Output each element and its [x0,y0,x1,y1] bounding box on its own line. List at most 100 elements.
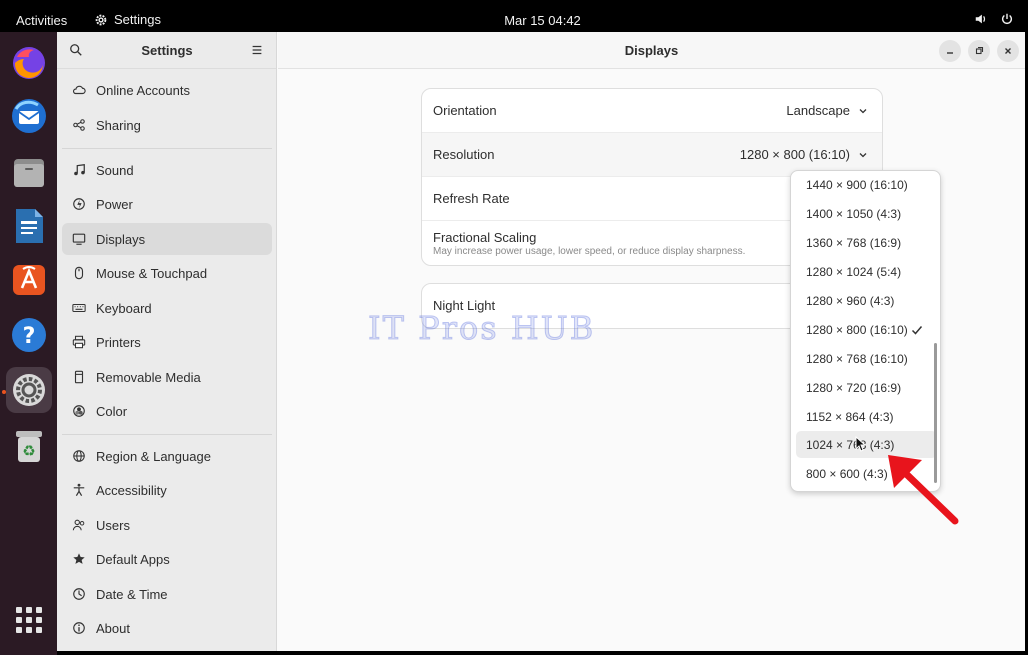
music-note-icon [74,164,85,176]
share-icon [73,119,85,131]
dock-writer[interactable] [6,203,52,249]
dock: ? ♻ [0,32,57,655]
page-title: Displays [624,43,679,58]
red-arrow-annotation [888,455,959,525]
close-button[interactable] [997,40,1019,62]
resolution-option[interactable]: 1280 × 720 (16:9) [796,374,937,401]
keyboard-icon [72,303,86,313]
dock-help[interactable]: ? [6,312,52,358]
sidebar-item-sound[interactable]: Sound [62,154,272,186]
sidebar-item-printers[interactable]: Printers [62,326,272,358]
sidebar-item-date-time[interactable]: Date & Time [62,578,272,610]
power-icon [1001,13,1013,24]
sidebar-item-label: About [96,620,130,636]
sidebar-item-label: Printers [96,334,141,350]
firefox-icon [13,47,45,79]
sidebar-item-label: Mouse & Touchpad [96,265,208,281]
orientation-label: Orientation [433,103,497,118]
sidebar-item-mouse-touchpad[interactable]: Mouse & Touchpad [62,257,272,289]
sidebar-item-sharing[interactable]: Sharing [62,109,272,141]
minimize-button[interactable] [939,40,961,62]
chevron-down-icon [859,108,867,113]
chevron-down-icon [859,152,867,157]
sidebar-item-label: Sharing [96,117,141,133]
accessibility-icon [73,483,85,497]
sidebar-item-removable-media[interactable]: Removable Media [62,361,272,393]
volume-icon [975,14,986,24]
sidebar-item-power[interactable]: Power [62,188,272,220]
help-icon: ? [12,318,46,352]
thunderbird-icon [12,99,46,133]
show-apps-icon[interactable] [16,607,42,633]
main-header: Displays [278,32,1025,69]
star-icon [73,553,85,564]
sidebar-item-keyboard[interactable]: Keyboard [62,292,272,324]
sidebar-item-label: Displays [96,231,146,247]
power-icon [73,198,85,210]
system-status-area[interactable] [974,12,1014,26]
orientation-row[interactable]: Orientation Landscape [422,89,882,133]
resolution-option-selected[interactable]: 1280 × 800 (16:10) [796,316,937,343]
watermark: IT Pros HUB [367,309,596,348]
settings-icon [13,374,45,406]
hamburger-menu-icon[interactable] [250,43,264,57]
sidebar-item-label: Default Apps [96,551,170,567]
writer-icon [16,209,43,243]
dock-firefox[interactable] [6,40,52,86]
trash-icon: ♻ [16,431,42,462]
top-bar: Activities Settings Mar 15 04:42 [0,0,1028,32]
dock-trash[interactable]: ♻ [6,423,52,469]
orientation-value: Landscape [786,103,850,118]
sidebar-separator [62,434,272,435]
users-icon [72,519,85,531]
globe-icon [73,450,85,462]
sidebar-item-label: Sound [96,162,134,178]
resolution-option[interactable]: 1280 × 768 (16:10) [796,345,937,372]
sidebar-item-label: Color [96,403,128,419]
sidebar-item-online-accounts[interactable]: Online Accounts [62,74,272,106]
close-icon [1005,48,1011,54]
dock-thunderbird[interactable] [6,93,52,139]
dock-app-center[interactable] [6,256,52,302]
color-icon [73,405,85,417]
sidebar-item-label: Power [96,196,133,212]
dock-settings[interactable] [6,367,52,413]
resolution-value: 1280 × 800 (16:10) [739,147,850,162]
sidebar-item-users[interactable]: Users [62,509,272,541]
sidebar-item-default-apps[interactable]: Default Apps [62,543,272,575]
sidebar-item-region-language[interactable]: Region & Language [62,440,272,472]
sidebar-item-accessibility[interactable]: Accessibility [62,474,272,506]
sidebar-separator [62,148,272,149]
sidebar-item-label: Region & Language [96,448,211,464]
sidebar-item-label: Date & Time [96,586,168,602]
sidebar-item-label: Accessibility [96,482,167,498]
printer-icon [72,335,86,349]
sidebar-item-displays[interactable]: Displays [62,223,272,255]
sidebar-item-color[interactable]: Color [62,395,272,427]
mouse-icon [74,266,84,280]
mouse-cursor-icon [855,436,867,452]
sidebar-item-about[interactable]: About [62,612,272,644]
resolution-label: Resolution [433,147,495,162]
files-icon [14,159,44,187]
dock-files[interactable] [6,149,52,195]
resolution-option[interactable]: 1280 × 960 (4:3) [796,287,937,314]
fractional-scaling-description: May increase power usage, lower speed, o… [433,246,746,257]
minimize-icon [947,52,953,54]
svg-text:♻: ♻ [22,442,35,460]
clock[interactable]: Mar 15 04:42 [0,13,1028,28]
resolution-option[interactable]: 1400 × 1050 (4:3) [796,200,937,227]
info-icon [73,622,85,634]
maximize-button[interactable] [968,40,990,62]
sidebar-item-label: Users [96,517,130,533]
svg-text:?: ? [23,324,36,349]
sidebar-item-label: Removable Media [96,369,201,385]
app-center-icon [13,265,45,295]
resolution-option[interactable]: 1152 × 864 (4:3) [796,403,937,430]
resolution-option[interactable]: 1280 × 1024 (5:4) [796,258,937,285]
sidebar-header: Settings [57,32,276,69]
sidebar: Settings Online Accounts Sharing Sound P… [57,32,277,651]
cloud-icon [72,85,86,95]
resolution-option[interactable]: 1440 × 900 (16:10) [796,171,937,198]
resolution-option[interactable]: 1360 × 768 (16:9) [796,229,937,256]
